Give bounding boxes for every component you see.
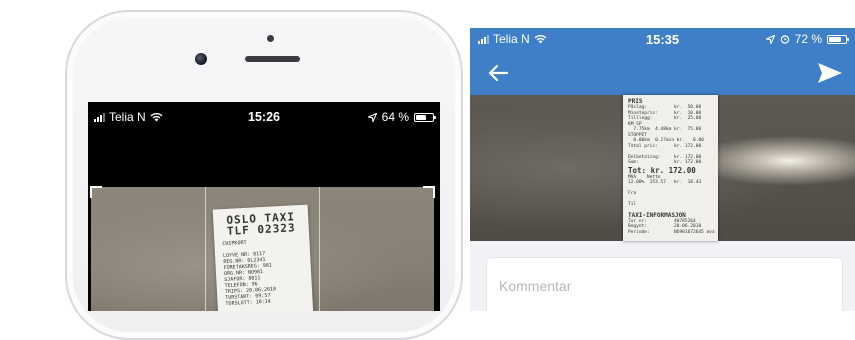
receipt-paper: PRIS Påslag: kr. 50.00 Minstepris: kr. 1… [623, 95, 718, 241]
comment-input[interactable] [499, 278, 829, 294]
location-arrow-icon [367, 112, 377, 122]
proximity-sensor [267, 35, 274, 42]
app-header: Telia N 15:35 72 % [470, 28, 855, 95]
earpiece-speaker [245, 56, 300, 62]
status-right: 72 % [765, 32, 849, 46]
battery-icon [827, 34, 849, 44]
alarm-clock-icon [780, 35, 789, 44]
receipt-section-title: PRIS [628, 98, 643, 105]
receipt-phone: TLF 02323 [226, 221, 296, 238]
phone-screen: Telia N 15:26 64 % OSLO TAXI TLF 02323 C… [88, 102, 440, 311]
receipt-info-title: TAXI-INFORMASJON [628, 211, 686, 219]
comment-box[interactable] [486, 257, 843, 311]
receipt-total: Tot: kr. 172.00 [628, 165, 696, 175]
battery-percent: 72 % [794, 32, 822, 46]
receipt-lines: Påslag: kr. 50.00 Minstepris: kr. 10.00 … [628, 105, 704, 165]
receipt-lines: CHIPKORT LOYVE NR: 8117 REG.NR: DL2341 F… [222, 239, 277, 311]
front-camera [195, 53, 207, 65]
status-bar: Telia N 15:26 64 % [88, 102, 440, 132]
receipt-photo[interactable]: PRIS Påslag: kr. 50.00 Minstepris: kr. 1… [470, 95, 855, 241]
grid-line [205, 187, 206, 311]
camera-viewfinder[interactable]: OSLO TAXI TLF 02323 CHIPKORT LOYVE NR: 8… [90, 186, 435, 311]
receipt-tax-lines: MVA Netto 12.00% 153.57 kr. 18.43 Fra Ti… [628, 174, 702, 208]
location-arrow-icon [765, 34, 775, 44]
crop-corner[interactable] [90, 186, 102, 198]
status-right: 64 % [367, 110, 436, 124]
crop-corner[interactable] [423, 186, 435, 198]
battery-percent: 64 % [381, 110, 409, 124]
receipt-preview: OSLO TAXI TLF 02323 CHIPKORT LOYVE NR: 8… [212, 204, 315, 311]
grid-line [319, 187, 320, 311]
receipt-info-lines: Tur nr: 40785264 Begynt: 20.06.2018 Peri… [628, 218, 715, 235]
app-screen: Telia N 15:35 72 % PRIS Påslag: kr. 50.0… [470, 28, 855, 311]
battery-icon [414, 112, 436, 122]
send-icon[interactable] [817, 61, 843, 85]
arrow-left-icon[interactable] [486, 61, 510, 85]
